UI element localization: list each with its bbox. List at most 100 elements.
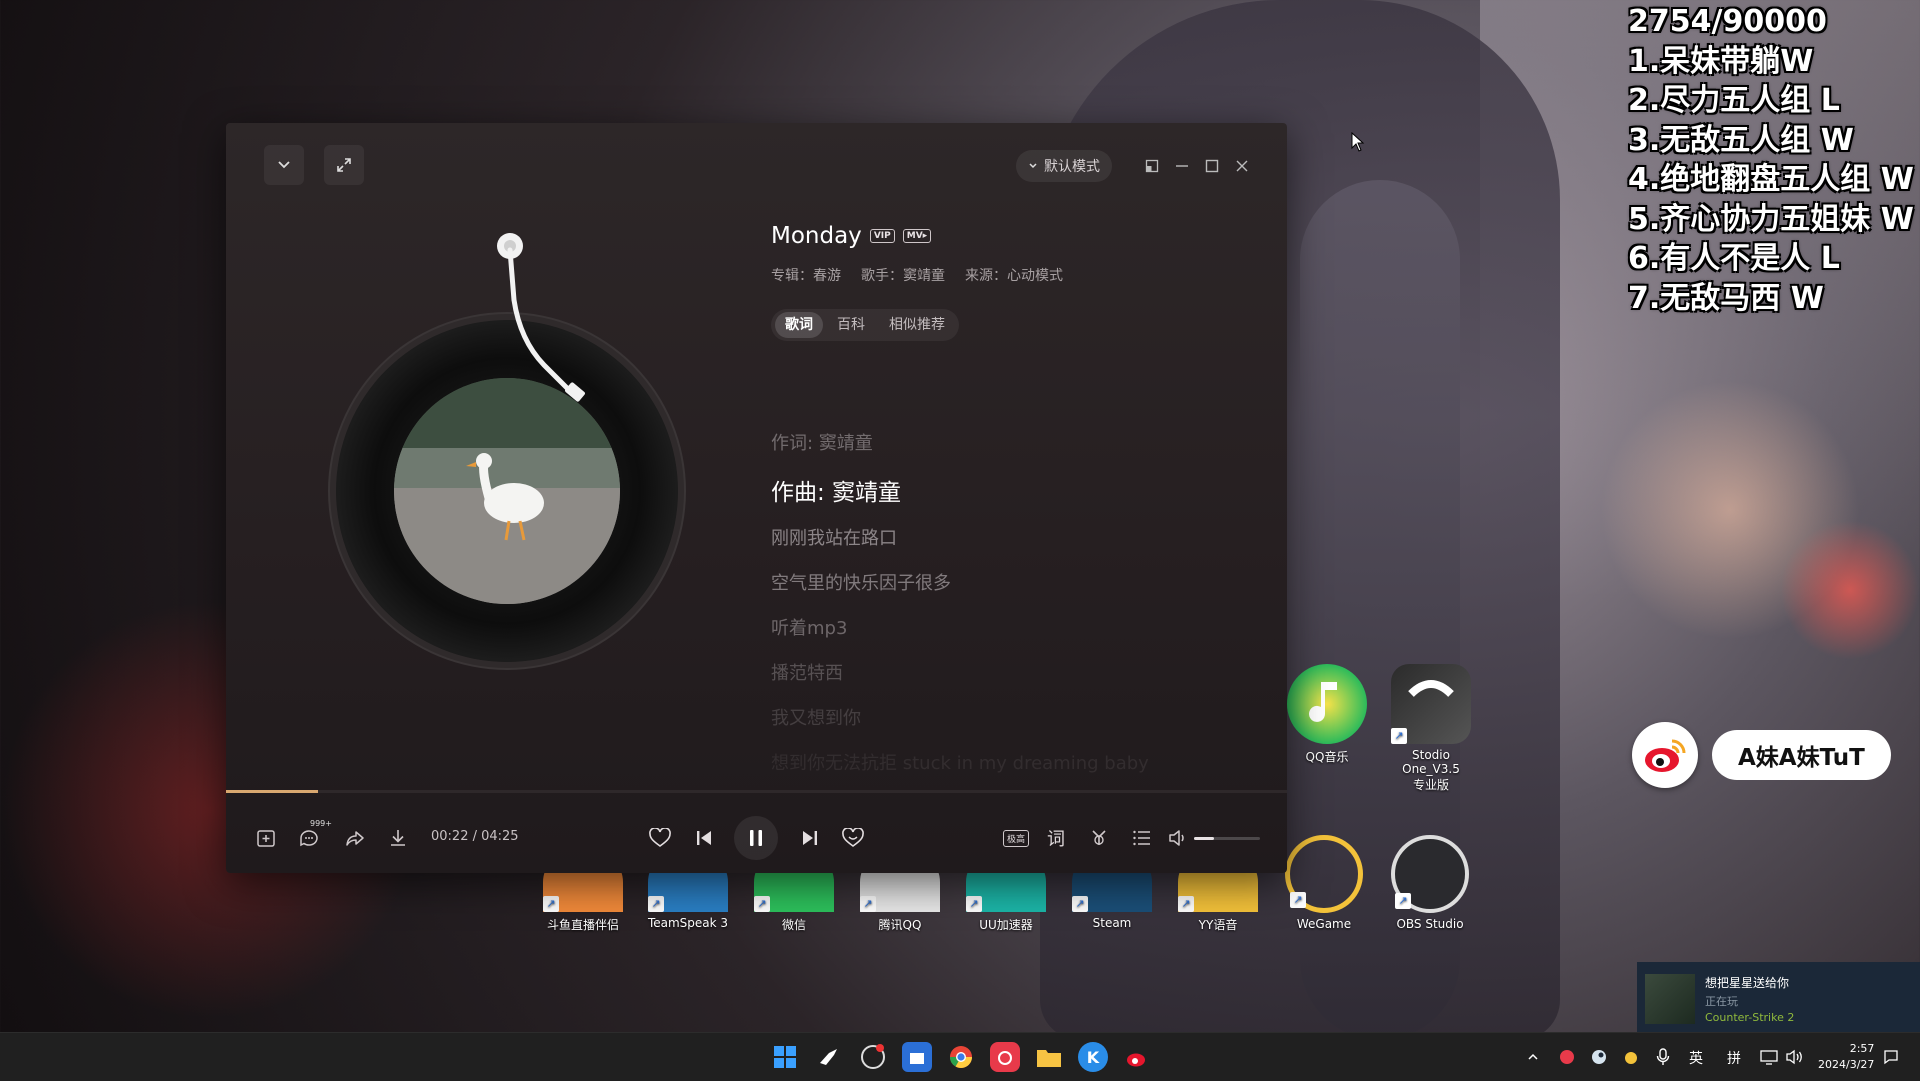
taskbar-app-netease-active[interactable] — [858, 1042, 888, 1072]
close-icon — [1236, 160, 1248, 172]
sound-effect-icon — [1092, 830, 1106, 845]
tab-lyrics[interactable]: 歌词 — [775, 312, 823, 338]
windows-icon — [774, 1046, 796, 1068]
tray-app[interactable] — [1620, 1042, 1642, 1072]
heart-mode-button[interactable] — [836, 821, 870, 855]
lyric-toggle-label: 词 — [1047, 829, 1065, 850]
album-link[interactable]: 专辑：春游 — [771, 265, 841, 285]
shortcut-arrow-icon: ↗ — [1391, 728, 1407, 744]
pause-button[interactable] — [734, 816, 778, 860]
minimize-icon — [1176, 165, 1188, 167]
tray-volume[interactable] — [1784, 1042, 1806, 1072]
mini-mode-button[interactable] — [1140, 154, 1164, 178]
collapse-button[interactable] — [264, 145, 304, 185]
lyric-line[interactable]: 空气里的快乐因子很多 — [771, 569, 951, 595]
friend-avatar — [1645, 974, 1695, 1024]
shortcut-arrow-icon: ↗ — [860, 896, 876, 912]
tray-expand-button[interactable] — [1522, 1042, 1544, 1072]
shortcut-arrow-icon: ↗ — [1178, 896, 1194, 912]
start-button[interactable] — [770, 1042, 800, 1072]
netease-music-icon — [861, 1044, 885, 1069]
artist-link[interactable]: 歌手：窦靖童 — [861, 265, 945, 285]
network-icon — [1760, 1050, 1778, 1065]
weibo-icon — [1632, 722, 1698, 788]
volume-icon — [1169, 830, 1184, 846]
taskbar-app-cs2[interactable] — [814, 1042, 844, 1072]
lyric-line[interactable]: 听着mp3 — [771, 614, 847, 640]
like-button[interactable] — [643, 821, 677, 855]
lyric-line[interactable]: 作词: 窦靖童 — [771, 429, 873, 455]
tray-network[interactable] — [1758, 1042, 1780, 1072]
studio-one-icon: ↗ — [1391, 664, 1471, 744]
chrome-icon — [950, 1046, 972, 1068]
volume-slider[interactable] — [1194, 837, 1260, 840]
lyric-line-current[interactable]: 作曲: 窦靖童 — [771, 473, 901, 507]
obs-icon: ↗ — [1391, 835, 1469, 913]
download-icon — [391, 830, 405, 846]
share-button[interactable] — [338, 821, 372, 855]
tab-wiki[interactable]: 百科 — [827, 312, 875, 338]
ime-mode[interactable]: 拼 — [1727, 1048, 1741, 1068]
stream-overlay: 2754/90000 1.呆妹带躺W 2.尽力五人组 L 3.无敌五人组 W 4… — [1628, 2, 1914, 318]
playback-time: 00:22 / 04:25 — [431, 829, 519, 844]
taskbar-app-explorer[interactable] — [1034, 1042, 1064, 1072]
previous-track-button[interactable] — [687, 821, 721, 855]
sound-quality-button[interactable]: 极高 — [996, 821, 1036, 855]
system-clock[interactable]: 2:57 2024/3/27 — [1818, 1041, 1874, 1073]
ime-language[interactable]: 英 — [1689, 1048, 1703, 1068]
lyric-line[interactable]: 我又想到你 — [771, 704, 861, 730]
desktop-lyrics-button[interactable]: 词 — [1039, 821, 1073, 855]
taskbar: K 英 拼 2:57 2024/3/27 — [0, 1032, 1920, 1081]
taskbar-app-weibo[interactable] — [1122, 1042, 1152, 1072]
clock-date: 2024/3/27 — [1818, 1058, 1875, 1071]
volume-button[interactable] — [1161, 821, 1195, 855]
close-button[interactable] — [1230, 154, 1254, 178]
speaker-icon — [1786, 1049, 1802, 1065]
progress-bar[interactable] — [226, 790, 1287, 793]
taskbar-app-store[interactable] — [902, 1042, 932, 1072]
icon-label: OBS Studio — [1396, 917, 1464, 931]
desktop-icon-qqmusic[interactable]: QQ音乐 — [1279, 664, 1375, 765]
steam-notification[interactable]: 想把星星送给你 正在玩 Counter-Strike 2 — [1637, 962, 1920, 1036]
desktop-icon-studio-one[interactable]: ↗ Stodio One_V3.5 专业版 — [1383, 664, 1479, 793]
weibo-username: A妹A妹TuT — [1712, 730, 1891, 780]
overlay-line: 2.尽力五人组 L — [1628, 83, 1840, 118]
mv-badge[interactable]: MV▸ — [902, 229, 932, 243]
comments-button[interactable]: 999+ — [292, 819, 332, 855]
desktop-icon-wegame[interactable]: ↗ WeGame — [1276, 835, 1372, 931]
fullscreen-button[interactable] — [324, 145, 364, 185]
source-link[interactable]: 来源：心动模式 — [965, 265, 1063, 285]
notification-center-button[interactable] — [1880, 1042, 1902, 1072]
download-button[interactable] — [381, 821, 415, 855]
lyric-line[interactable]: 播范特西 — [771, 659, 843, 685]
icon-label: QQ音乐 — [1305, 750, 1349, 764]
wegame-icon: ↗ — [1285, 835, 1363, 913]
tray-netease[interactable] — [1556, 1042, 1578, 1072]
minimize-button[interactable] — [1170, 154, 1194, 178]
taskbar-app-kugou[interactable]: K — [1078, 1042, 1108, 1072]
taskbar-app-chrome[interactable] — [946, 1042, 976, 1072]
maximize-button[interactable] — [1200, 154, 1224, 178]
add-to-playlist-button[interactable] — [249, 821, 283, 855]
lyric-line[interactable]: 刚刚我站在路口 — [771, 524, 897, 550]
chevron-down-icon — [1029, 163, 1037, 169]
overlay-line: 3.无敌五人组 W — [1628, 122, 1854, 158]
tab-similar[interactable]: 相似推荐 — [879, 312, 955, 338]
tray-microphone[interactable] — [1652, 1042, 1674, 1072]
play-mode-button[interactable]: 默认模式 — [1016, 150, 1112, 182]
icon-label: Stodio One_V3.5 — [1402, 748, 1460, 776]
taskbar-app-netease-music[interactable] — [990, 1042, 1020, 1072]
qqmusic-icon — [1287, 664, 1367, 744]
icon-sublabel: 专业版 — [1412, 778, 1449, 792]
tray-steam[interactable] — [1588, 1042, 1610, 1072]
next-track-button[interactable] — [793, 821, 827, 855]
sound-effect-button[interactable] — [1082, 821, 1116, 855]
icon-label: 斗鱼直播伴侣 — [546, 918, 619, 932]
microphone-icon — [1656, 1048, 1670, 1065]
overlay-line: 6.有人不是人 L — [1628, 241, 1840, 276]
lyric-line[interactable]: 想到你无法抗拒 stuck in my dreaming baby — [771, 749, 1149, 775]
desktop-icon-obs[interactable]: ↗ OBS Studio — [1382, 835, 1478, 931]
shortcut-arrow-icon: ↗ — [1290, 892, 1306, 908]
playlist-button[interactable] — [1125, 821, 1159, 855]
app-store-icon — [910, 1053, 924, 1064]
